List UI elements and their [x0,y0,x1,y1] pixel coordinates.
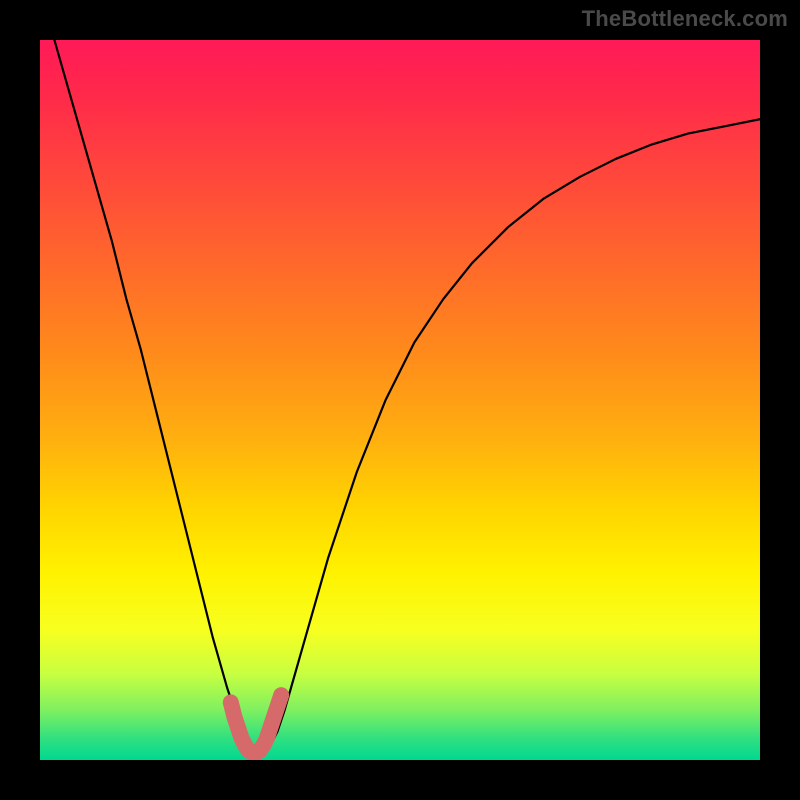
chart-frame: TheBottleneck.com [0,0,800,800]
bottleneck-curve-path [40,40,760,753]
marker-band-path [231,695,281,753]
watermark-text: TheBottleneck.com [582,6,788,32]
chart-svg [40,40,760,760]
plot-area [40,40,760,760]
